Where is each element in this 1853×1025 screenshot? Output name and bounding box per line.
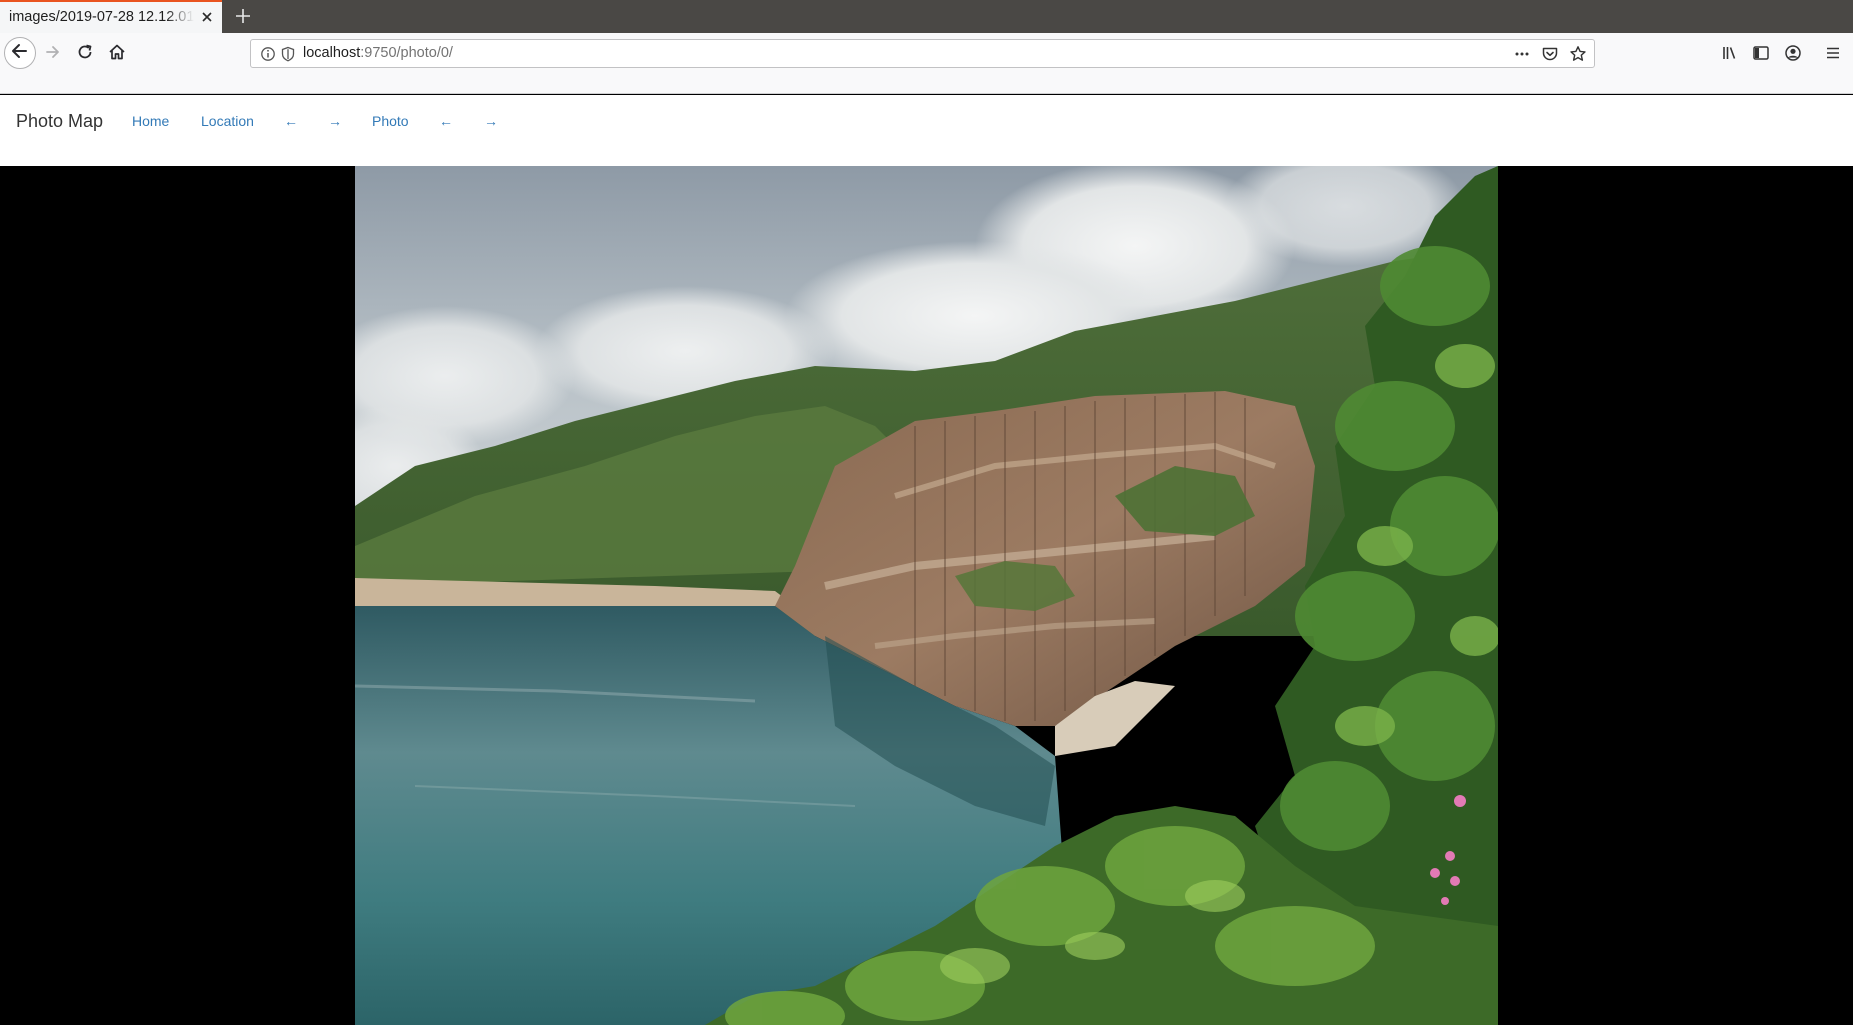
home-icon [108,43,126,66]
nav-toolbar: localhost:9750/photo/0/ [0,33,1853,94]
star-icon[interactable] [1569,45,1587,63]
nav-photo-link[interactable]: Photo [372,113,409,129]
more-actions-icon[interactable] [1513,45,1531,63]
photo-stage [0,166,1853,1025]
hamburger-menu-icon[interactable] [1820,40,1846,66]
url-text: localhost:9750/photo/0/ [303,45,453,61]
url-bar[interactable]: localhost:9750/photo/0/ [250,39,1595,68]
url-host: localhost [303,45,361,61]
forward-arrow-icon [44,43,62,66]
forward-button[interactable] [40,41,66,67]
site-navbar: Photo Map Home Location ← → Photo ← → [0,95,1853,166]
tab-title: images/2019-07-28 12.12.01 [9,9,194,25]
back-arrow-icon [10,41,30,66]
library-icon[interactable] [1717,40,1743,66]
nav-home-link[interactable]: Home [132,113,169,129]
home-button[interactable] [104,41,130,67]
close-icon[interactable] [198,8,216,26]
location-next-link[interactable]: → [328,113,342,129]
pocket-icon[interactable] [1541,45,1559,63]
brand-title[interactable]: Photo Map [16,111,103,132]
sidebar-icon[interactable] [1748,40,1774,66]
account-icon[interactable] [1780,40,1806,66]
browser-tab[interactable]: images/2019-07-28 12.12.01 [0,0,222,33]
reload-icon [76,43,94,66]
nav-location-link[interactable]: Location [201,113,254,129]
photo-prev-link[interactable]: ← [439,113,453,129]
photo-next-link[interactable]: → [484,113,498,129]
landscape-photo[interactable] [355,166,1498,1025]
back-button[interactable] [4,37,36,69]
tab-strip: images/2019-07-28 12.12.01 [0,0,1853,33]
location-prev-link[interactable]: ← [284,113,298,129]
url-path: :9750/photo/0/ [360,45,453,61]
reload-button[interactable] [72,41,98,67]
info-icon[interactable] [259,45,277,63]
new-tab-icon[interactable] [232,5,254,27]
shield-icon[interactable] [279,45,297,63]
